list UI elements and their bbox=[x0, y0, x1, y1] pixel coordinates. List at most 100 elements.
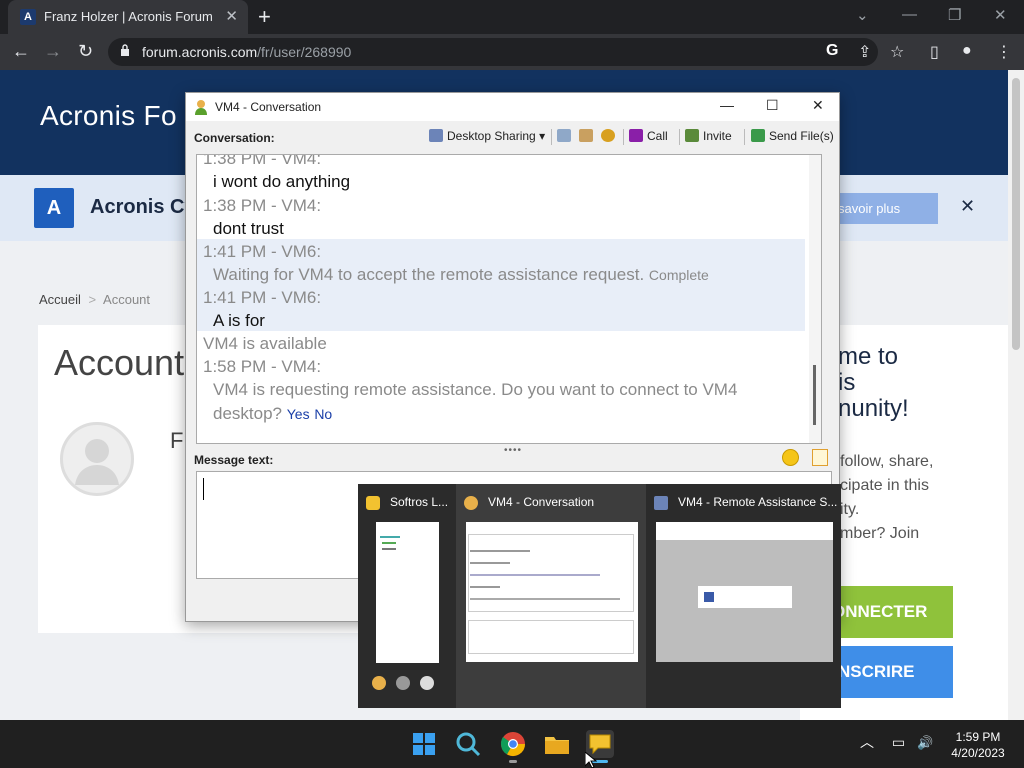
emoji-icon[interactable] bbox=[782, 449, 799, 466]
message-header: 1:58 PM - VM4: bbox=[203, 357, 322, 376]
profile-icon[interactable]: ● bbox=[962, 42, 972, 60]
user-icon bbox=[195, 100, 207, 115]
transfer-status: Complete bbox=[648, 267, 709, 283]
browser-restore-button[interactable]: ❐ bbox=[948, 6, 961, 24]
google-icon[interactable]: G bbox=[826, 42, 838, 60]
side-panel-icon[interactable]: ▯ bbox=[930, 42, 939, 62]
format-text-icon[interactable] bbox=[812, 449, 828, 466]
send-files-button[interactable]: Send File(s) bbox=[751, 129, 834, 143]
message-header: 1:38 PM - VM4: bbox=[203, 154, 322, 168]
user-icon bbox=[464, 496, 478, 510]
message-text: i wont do anything bbox=[213, 172, 351, 191]
preview-thumbnail bbox=[466, 522, 638, 662]
url-text: forum.acronis.com/fr/user/268990 bbox=[142, 44, 352, 60]
message-header: 1:38 PM - VM4: bbox=[203, 196, 322, 215]
welcome-heading: me to is nunity! bbox=[838, 343, 909, 422]
clock-date: 4/20/2023 bbox=[951, 746, 1005, 760]
contact-info-button[interactable] bbox=[579, 129, 597, 143]
conv-maximize-button[interactable]: ☐ bbox=[766, 97, 779, 114]
message-text: desktop? Yes No bbox=[213, 404, 333, 423]
back-button[interactable]: ← bbox=[12, 41, 30, 62]
toolbar-separator bbox=[679, 129, 680, 145]
desktop-sharing-icon bbox=[429, 129, 443, 142]
toolbar-separator bbox=[551, 129, 552, 145]
start-button[interactable] bbox=[410, 730, 438, 758]
browser-close-button[interactable]: ✕ bbox=[994, 6, 1007, 24]
user-offline-icon bbox=[396, 676, 410, 690]
video-call-icon bbox=[629, 129, 643, 142]
taskbar-clock[interactable]: 1:59 PM 4/20/2023 bbox=[940, 729, 1016, 761]
conversation-history[interactable]: 1:38 PM - VM4: i wont do anything 1:38 P… bbox=[196, 154, 822, 444]
chrome-taskbar-button[interactable] bbox=[499, 730, 527, 758]
welcome-text: follow, share, cipate in this ity. mber? Jo… bbox=[840, 453, 934, 542]
search-icon bbox=[456, 732, 481, 757]
browser-minimize-button[interactable]: — bbox=[902, 6, 917, 23]
network-icon[interactable]: ▭ bbox=[892, 734, 905, 750]
forward-button[interactable]: → bbox=[44, 41, 62, 62]
invite-button[interactable]: Invite bbox=[685, 129, 732, 143]
banner-close-icon[interactable]: ✕ bbox=[960, 196, 975, 217]
person-silhouette-icon bbox=[75, 439, 119, 485]
conv-close-button[interactable]: ✕ bbox=[812, 97, 824, 114]
tab-title: Franz Holzer | Acronis Forum bbox=[44, 9, 213, 24]
conversation-title-bar[interactable]: VM4 - Conversation — ☐ ✕ bbox=[186, 93, 839, 121]
reload-button[interactable]: ↻ bbox=[78, 41, 93, 62]
breadcrumb-current: Account bbox=[103, 292, 151, 307]
page-title: Account bbox=[54, 342, 185, 383]
send-file-icon bbox=[751, 129, 765, 142]
preview-remote-assistance[interactable]: VM4 - Remote Assistance S... bbox=[646, 484, 841, 708]
clock-time: 1:59 PM bbox=[955, 730, 1001, 744]
bookmark-star-icon[interactable]: ☆ bbox=[890, 42, 904, 62]
toolbar-separator bbox=[623, 129, 624, 145]
folder-icon bbox=[545, 737, 569, 754]
chrome-running-indicator bbox=[509, 760, 517, 763]
accept-remote-assistance-link[interactable]: Yes bbox=[287, 406, 310, 422]
message-text: dont trust bbox=[213, 219, 284, 238]
site-logo[interactable]: Acronis Fo bbox=[40, 100, 177, 132]
browser-tab[interactable]: A Franz Holzer | Acronis Forum ✕ bbox=[8, 0, 248, 34]
call-button[interactable]: Call bbox=[629, 129, 668, 143]
taskbar-preview-popup: Softros L... VM4 - Conversation VM4 - Re… bbox=[358, 484, 841, 708]
browser-menu-icon[interactable]: ⋮ bbox=[996, 42, 1012, 62]
history-scrollbar-thumb[interactable] bbox=[813, 365, 816, 425]
desktop-sharing-button[interactable]: Desktop Sharing ▾ bbox=[429, 129, 545, 143]
conv-minimize-button[interactable]: — bbox=[720, 97, 734, 113]
text-caret bbox=[203, 478, 204, 500]
acronis-logo-icon: A bbox=[34, 188, 74, 228]
tab-search-icon[interactable]: ⌄ bbox=[856, 6, 869, 24]
preview-conversation[interactable]: VM4 - Conversation bbox=[456, 484, 646, 708]
message-text: A is for bbox=[213, 311, 265, 330]
tray-overflow-icon[interactable]: ︿ bbox=[860, 734, 874, 750]
share-icon[interactable]: ⇪ bbox=[858, 42, 871, 62]
file-explorer-taskbar-button[interactable] bbox=[543, 730, 571, 758]
banner-title: Acronis Cy bbox=[90, 196, 196, 218]
page-scrollbar-thumb[interactable] bbox=[1012, 78, 1020, 350]
chat-bubble-icon bbox=[366, 496, 380, 510]
volume-icon[interactable]: 🔊 bbox=[917, 735, 933, 750]
breadcrumb-separator: > bbox=[88, 292, 97, 307]
message-header: 1:41 PM - VM6: bbox=[203, 242, 322, 261]
chrome-icon bbox=[500, 732, 525, 757]
history-icon bbox=[557, 129, 571, 142]
message-item: 1:58 PM - VM4: VM4 is requesting remote … bbox=[197, 354, 805, 426]
remote-assistance-icon bbox=[654, 496, 668, 510]
history-scrollbar[interactable] bbox=[809, 155, 821, 443]
message-text: VM4 is requesting remote assistance. Do … bbox=[213, 380, 738, 399]
settings-button[interactable] bbox=[601, 129, 619, 143]
new-tab-button[interactable]: + bbox=[258, 4, 271, 30]
decline-remote-assistance-link[interactable]: No bbox=[314, 406, 332, 422]
message-item: 1:38 PM - VM4: dont trust bbox=[197, 193, 805, 239]
page-scrollbar[interactable] bbox=[1008, 70, 1024, 720]
message-item: 1:41 PM - VM6: A is for bbox=[197, 285, 805, 331]
tab-close-icon[interactable]: ✕ bbox=[225, 7, 238, 25]
pane-splitter-handle[interactable]: •••• bbox=[504, 445, 522, 456]
search-taskbar-button[interactable] bbox=[454, 730, 482, 758]
preview-label: VM4 - Conversation bbox=[488, 495, 595, 509]
breadcrumb-home-link[interactable]: Accueil bbox=[39, 292, 81, 307]
history-button[interactable] bbox=[557, 129, 575, 143]
address-bar[interactable]: forum.acronis.com/fr/user/268990 bbox=[108, 38, 878, 66]
mouse-cursor-icon bbox=[585, 752, 597, 768]
preview-label: VM4 - Remote Assistance S... bbox=[678, 495, 838, 509]
preview-softros[interactable]: Softros L... bbox=[358, 484, 456, 708]
dropdown-arrow-icon: ▾ bbox=[539, 129, 546, 143]
